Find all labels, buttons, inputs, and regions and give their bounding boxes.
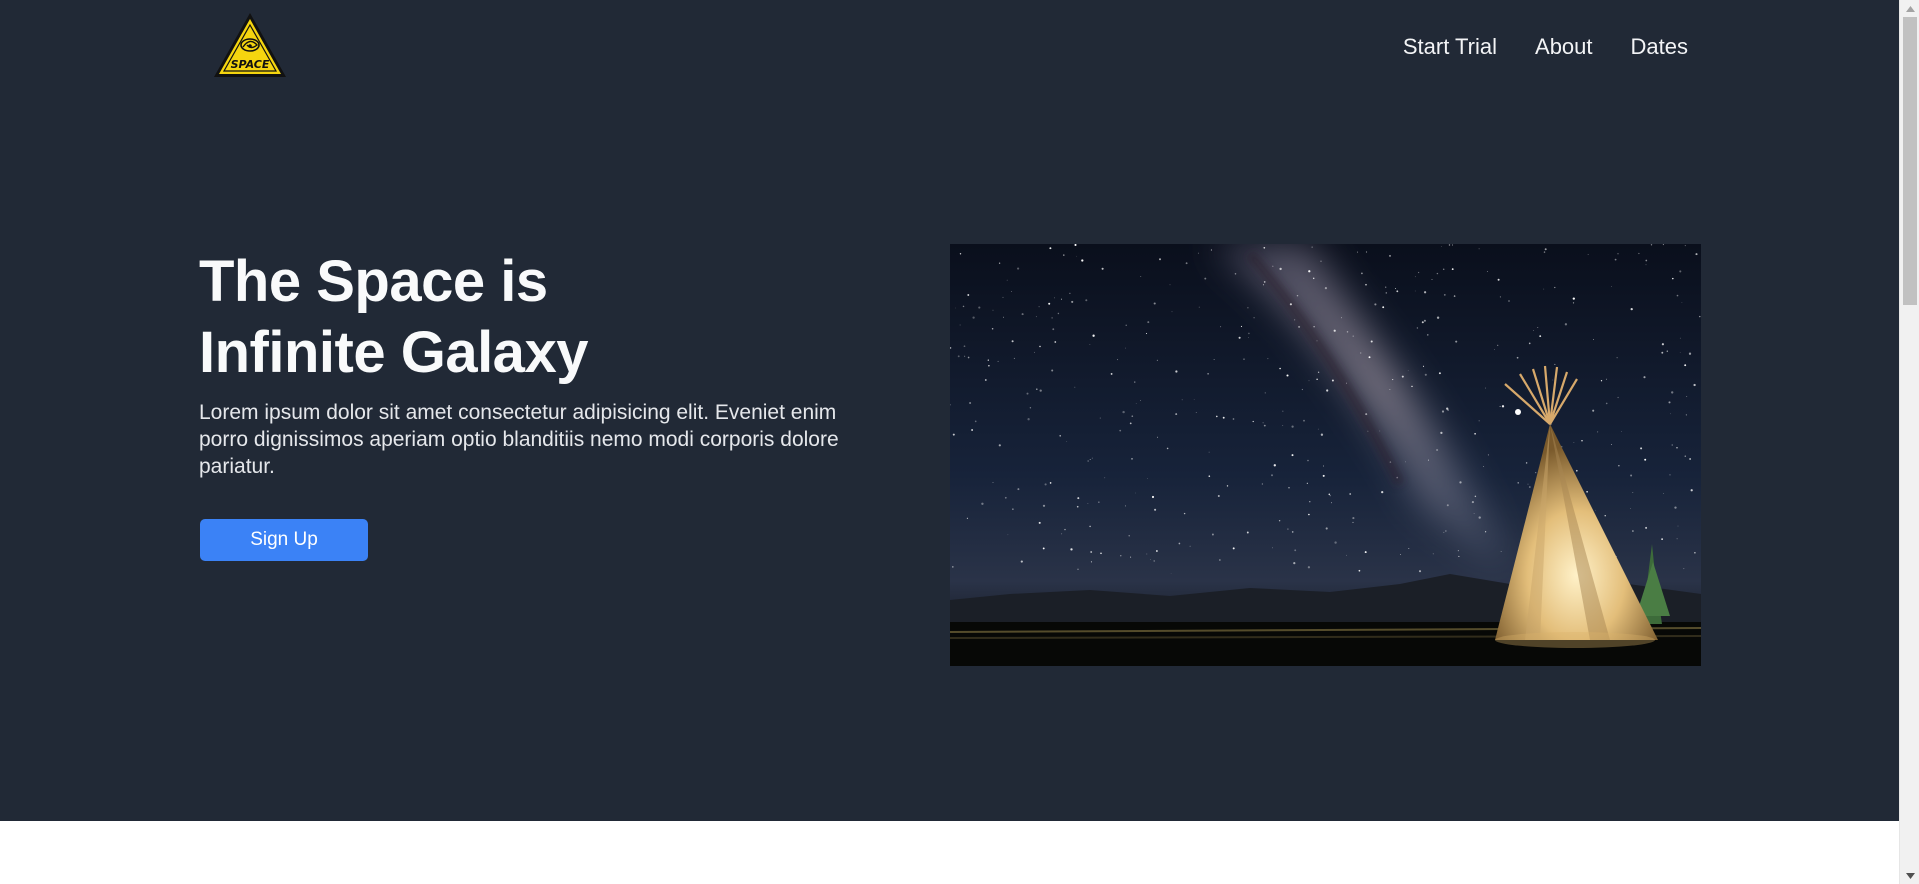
- hero-title-line-1: The Space is: [199, 249, 548, 314]
- scrollbar[interactable]: [1899, 0, 1919, 884]
- scroll-up-arrow-icon[interactable]: [1900, 0, 1919, 17]
- nav-dates[interactable]: Dates: [1631, 30, 1688, 64]
- scroll-down-arrow-icon[interactable]: [1900, 867, 1919, 884]
- sign-up-button[interactable]: Sign Up: [200, 519, 368, 561]
- svg-text:SPACE: SPACE: [231, 58, 270, 71]
- scroll-thumb[interactable]: [1903, 17, 1917, 305]
- next-section: [0, 821, 1899, 884]
- hero-title: The Space is Infinite Galaxy: [199, 246, 759, 388]
- nav-start-trial[interactable]: Start Trial: [1403, 30, 1497, 64]
- hero-image: [950, 244, 1701, 666]
- hero-title-line-2: Infinite Galaxy: [199, 320, 588, 385]
- hero-description: Lorem ipsum dolor sit amet consectetur a…: [199, 401, 839, 478]
- nav-about[interactable]: About: [1535, 30, 1593, 64]
- logo[interactable]: SPACE: [212, 11, 288, 79]
- night-sky-milky-way-teepee-image: [950, 244, 1701, 666]
- space-logo-icon: SPACE: [214, 13, 286, 77]
- main-nav: Start Trial About Dates: [1403, 30, 1688, 64]
